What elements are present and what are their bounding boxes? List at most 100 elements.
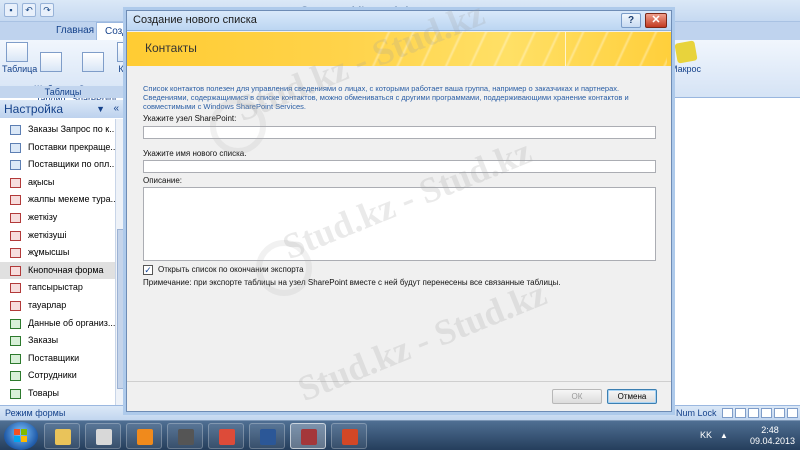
banner-decoration <box>367 32 667 66</box>
quick-access-toolbar: ▪ ↶ ↷ <box>4 3 54 17</box>
ribbon-table-label: Таблица <box>2 64 38 74</box>
form-icon <box>10 248 21 259</box>
taskbar-app-media-player-classic[interactable] <box>85 423 121 449</box>
dialog-heading: Контакты <box>145 41 197 55</box>
query-icon <box>10 160 21 171</box>
start-button[interactable] <box>4 422 38 450</box>
table-design-icon <box>117 42 125 62</box>
close-button[interactable]: ✕ <box>645 13 667 28</box>
ribbon-macro-button[interactable]: Макрос <box>670 40 702 74</box>
nav-pane-title: Настройка <box>4 102 64 116</box>
taskbar-app-word[interactable] <box>249 423 285 449</box>
undo-icon[interactable]: ↶ <box>22 3 36 17</box>
description-textarea[interactable] <box>143 187 656 261</box>
table-icon <box>10 353 21 364</box>
windows-logo-icon <box>14 429 27 442</box>
nav-item[interactable]: Заказы <box>0 332 116 350</box>
cancel-button[interactable]: Отмена <box>607 389 657 404</box>
nav-item[interactable]: Поставщики <box>0 350 116 368</box>
nav-item[interactable]: тапсырыстар <box>0 279 116 297</box>
datasheet-view-icon[interactable] <box>735 408 746 418</box>
nav-item[interactable]: жеткізу <box>0 209 116 227</box>
macro-icon <box>673 40 698 64</box>
description-label: Описание: <box>143 176 183 185</box>
redo-icon[interactable]: ↷ <box>40 3 54 17</box>
table-icon <box>10 371 21 382</box>
word-icon <box>260 429 276 445</box>
nav-item[interactable]: жұмысшы <box>0 244 116 262</box>
nav-item-label: Кнопочная форма <box>28 264 104 275</box>
nav-scrollbar[interactable] <box>115 119 125 405</box>
query-icon <box>10 142 21 153</box>
tab-home[interactable]: Главная <box>48 22 102 40</box>
list-name-input[interactable] <box>143 160 656 173</box>
form-icon <box>10 265 21 276</box>
nav-scrollbar-thumb[interactable] <box>117 229 125 389</box>
form-icon <box>10 195 21 206</box>
nav-item[interactable]: жалпы мекеме тура... <box>0 191 116 209</box>
ok-button[interactable]: ОК <box>552 389 602 404</box>
taskbar-app-explorer[interactable] <box>44 423 80 449</box>
ribbon-group-label: Таблицы <box>0 86 126 98</box>
nav-item[interactable]: Товары <box>0 385 116 403</box>
ribbon-table-button[interactable]: Таблица <box>2 42 38 74</box>
layout-view-icon[interactable] <box>774 408 785 418</box>
nav-item-label: жеткізу <box>28 211 58 222</box>
table-icon <box>10 336 21 347</box>
nav-item[interactable]: Сотрудники <box>0 367 116 385</box>
nav-item[interactable]: Данные об организ... <box>0 315 116 333</box>
nav-item-label: ақысы <box>28 176 55 187</box>
nav-item[interactable]: Заказы Запрос по к... <box>0 121 116 139</box>
nav-item-label: жеткізуші <box>28 229 67 240</box>
form-view-icon[interactable] <box>722 408 733 418</box>
save-icon[interactable]: ▪ <box>4 3 18 17</box>
table-icon <box>10 318 21 329</box>
tab-create[interactable]: Созда <box>96 22 126 40</box>
nav-item-label: тапсырыстар <box>28 282 83 293</box>
taskbar-app-chrome[interactable] <box>208 423 244 449</box>
export-note: Примечание: при экспорте таблицы на узел… <box>143 278 561 287</box>
status-mode: Режим формы <box>5 408 66 418</box>
open-list-checkbox[interactable]: ✓ <box>143 265 153 275</box>
nav-item[interactable]: Поставки прекраще... <box>0 139 116 157</box>
nav-item-label: Товары <box>28 387 59 398</box>
sharepoint-lists-icon <box>82 52 104 72</box>
chrome-icon <box>219 429 235 445</box>
form-icon <box>10 212 21 223</box>
nav-item[interactable]: Кнопочная форма <box>0 261 116 280</box>
table-templates-icon <box>40 52 62 72</box>
nav-item-label: Поставки прекраще... <box>28 141 116 152</box>
help-button[interactable]: ? <box>621 13 641 28</box>
nav-item-label: Сотрудники <box>28 370 77 381</box>
nav-item[interactable]: ақысы <box>0 174 116 192</box>
form-icon <box>10 230 21 241</box>
taskbar-app-presentation[interactable] <box>331 423 367 449</box>
dialog-titlebar: Создание нового списка ? ✕ <box>127 11 671 31</box>
tray-chevron-icon[interactable]: ▲ <box>720 431 728 440</box>
ribbon-macro-label: Макрос <box>670 64 702 74</box>
nav-pane-header[interactable]: Настройка ▼ « <box>0 100 125 118</box>
taskbar-app-media-player[interactable] <box>126 423 162 449</box>
language-indicator[interactable]: KK <box>700 430 712 440</box>
nav-item-label: Заказы Запрос по к... <box>28 124 116 134</box>
navigation-pane: Настройка ▼ « Заказы Запрос по к... Поста… <box>0 100 126 405</box>
form-icon <box>10 177 21 188</box>
taskbar-app-video[interactable] <box>167 423 203 449</box>
pivot-view-icon[interactable] <box>748 408 759 418</box>
ribbon-table-design-button[interactable]: К <box>116 42 126 74</box>
banner-divider <box>565 32 566 66</box>
nav-item[interactable]: жеткізуші <box>0 227 116 245</box>
windows-taskbar: KK ▲ 2:48 09.04.2013 <box>0 420 800 450</box>
watermark-logo <box>210 98 266 154</box>
clock[interactable]: 2:48 09.04.2013 <box>750 425 795 447</box>
media-player-classic-icon <box>96 429 112 445</box>
nav-item[interactable]: тауарлар <box>0 297 116 315</box>
taskbar-app-access[interactable] <box>290 423 326 449</box>
design-view-icon[interactable] <box>787 408 798 418</box>
collapse-icon[interactable]: « <box>113 100 119 118</box>
chart-view-icon[interactable] <box>761 408 772 418</box>
nav-item-label: Заказы <box>28 335 59 346</box>
access-icon <box>301 429 317 445</box>
chevron-down-icon[interactable]: ▼ <box>96 100 105 118</box>
nav-item[interactable]: Поставщики по опл... <box>0 156 116 174</box>
